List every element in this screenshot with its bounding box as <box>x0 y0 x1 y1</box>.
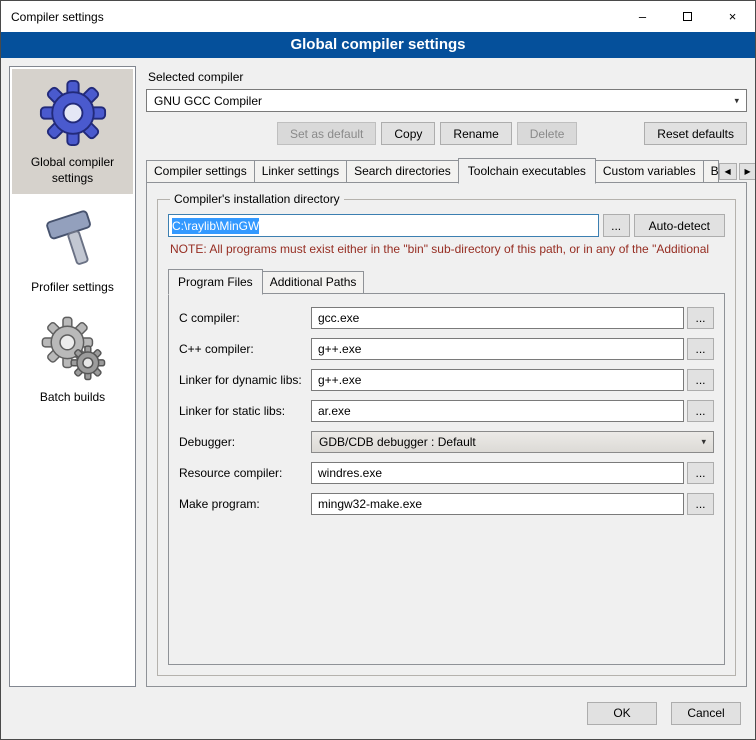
chevron-down-icon: ▾ <box>701 437 706 448</box>
static-linker-row: Linker for static libs: ... <box>179 400 714 422</box>
compiler-select[interactable]: GNU GCC Compiler ▾ <box>146 89 747 112</box>
main-panel: Selected compiler GNU GCC Compiler ▾ Set… <box>146 66 747 687</box>
program-files-panel: C compiler: ... C++ compiler: ... Linker… <box>168 293 725 665</box>
compiler-action-buttons: Set as default Copy Rename Delete Reset … <box>146 122 747 145</box>
field-label: Linker for dynamic libs: <box>179 373 311 387</box>
cpp-compiler-input[interactable] <box>311 338 684 360</box>
settings-tabstrip: Compiler settings Linker settings Search… <box>146 158 747 183</box>
installation-directory-browse-button[interactable]: ... <box>603 214 630 237</box>
blue-gear-icon <box>39 79 107 147</box>
profiler-hammer-icon <box>39 204 107 272</box>
field-label: Make program: <box>179 497 311 511</box>
installation-directory-row: C:\raylib\MinGW ... Auto-detect <box>168 214 725 237</box>
field-label: Linker for static libs: <box>179 404 311 418</box>
minimize-button[interactable]: – <box>620 1 665 32</box>
field-label: C++ compiler: <box>179 342 311 356</box>
dynamic-linker-row: Linker for dynamic libs: ... <box>179 369 714 391</box>
static-linker-browse-button[interactable]: ... <box>687 400 714 422</box>
selected-compiler-label: Selected compiler <box>148 70 747 84</box>
installation-directory-group-title: Compiler's installation directory <box>170 192 344 206</box>
tab-additional-paths[interactable]: Additional Paths <box>262 271 365 294</box>
maximize-button[interactable] <box>665 1 710 32</box>
cancel-button[interactable]: Cancel <box>671 702 741 725</box>
sidebar-item-label: Profiler settings <box>31 280 114 296</box>
dialog-body: Global compiler settings Profiler settin… <box>1 58 755 695</box>
titlebar: Compiler settings – × <box>1 1 755 32</box>
sidebar-item-batch-builds[interactable]: Batch builds <box>12 304 133 414</box>
make-program-browse-button[interactable]: ... <box>687 493 714 515</box>
delete-button[interactable]: Delete <box>517 122 578 145</box>
close-button[interactable]: × <box>710 1 755 32</box>
tab-toolchain-executables[interactable]: Toolchain executables <box>458 158 596 184</box>
set-as-default-button[interactable]: Set as default <box>277 122 376 145</box>
reset-defaults-button[interactable]: Reset defaults <box>644 122 747 145</box>
installation-directory-group: Compiler's installation directory C:\ray… <box>157 192 736 676</box>
compiler-settings-window: Compiler settings – × Global compiler se… <box>0 0 756 740</box>
dialog-banner: Global compiler settings <box>1 32 755 58</box>
installation-directory-input[interactable]: C:\raylib\MinGW <box>168 214 599 237</box>
field-label: C compiler: <box>179 311 311 325</box>
rename-button[interactable]: Rename <box>440 122 511 145</box>
chevron-down-icon: ▾ <box>734 95 739 106</box>
make-program-row: Make program: ... <box>179 493 714 515</box>
selected-text: C:\raylib\MinGW <box>172 218 259 234</box>
sidebar-item-label: Global compiler settings <box>14 155 131 186</box>
debugger-row: Debugger: GDB/CDB debugger : Default ▾ <box>179 431 714 453</box>
field-label: Resource compiler: <box>179 466 311 480</box>
cpp-compiler-browse-button[interactable]: ... <box>687 338 714 360</box>
debugger-select[interactable]: GDB/CDB debugger : Default ▾ <box>311 431 714 453</box>
category-sidebar: Global compiler settings Profiler settin… <box>9 66 136 687</box>
tab-custom-variables[interactable]: Custom variables <box>595 160 704 183</box>
c-compiler-input[interactable] <box>311 307 684 329</box>
maximize-icon <box>683 12 692 21</box>
bin-subdirectory-note: NOTE: All programs must exist either in … <box>170 242 725 256</box>
sidebar-item-label: Batch builds <box>40 390 105 406</box>
resource-compiler-row: Resource compiler: ... <box>179 462 714 484</box>
copy-button[interactable]: Copy <box>381 122 435 145</box>
tab-linker-settings[interactable]: Linker settings <box>254 160 347 183</box>
sidebar-item-global-compiler-settings[interactable]: Global compiler settings <box>12 69 133 194</box>
c-compiler-row: C compiler: ... <box>179 307 714 329</box>
toolchain-executables-panel: Compiler's installation directory C:\ray… <box>146 182 747 687</box>
gray-gears-icon <box>39 314 107 382</box>
c-compiler-browse-button[interactable]: ... <box>687 307 714 329</box>
tab-scroll-left-button[interactable]: ◀ <box>719 163 737 180</box>
resource-compiler-input[interactable] <box>311 462 684 484</box>
debugger-select-value: GDB/CDB debugger : Default <box>319 435 476 449</box>
tab-search-directories[interactable]: Search directories <box>346 160 459 183</box>
resource-compiler-browse-button[interactable]: ... <box>687 462 714 484</box>
program-files-tabstrip: Program Files Additional Paths <box>168 269 725 294</box>
tab-scroll-buttons: ◀ ▶ <box>719 163 756 183</box>
tab-build-options-clipped[interactable]: Buil <box>703 160 719 183</box>
compiler-select-value: GNU GCC Compiler <box>154 94 262 108</box>
sidebar-item-profiler-settings[interactable]: Profiler settings <box>12 194 133 304</box>
window-title: Compiler settings <box>1 10 620 24</box>
static-linker-input[interactable] <box>311 400 684 422</box>
make-program-input[interactable] <box>311 493 684 515</box>
dialog-footer: OK Cancel <box>1 695 755 739</box>
dynamic-linker-input[interactable] <box>311 369 684 391</box>
field-label: Debugger: <box>179 435 311 449</box>
cpp-compiler-row: C++ compiler: ... <box>179 338 714 360</box>
tab-scroll-right-button[interactable]: ▶ <box>739 163 756 180</box>
dynamic-linker-browse-button[interactable]: ... <box>687 369 714 391</box>
ok-button[interactable]: OK <box>587 702 657 725</box>
tab-compiler-settings[interactable]: Compiler settings <box>146 160 255 183</box>
auto-detect-button[interactable]: Auto-detect <box>634 214 725 237</box>
tab-program-files[interactable]: Program Files <box>168 269 263 295</box>
